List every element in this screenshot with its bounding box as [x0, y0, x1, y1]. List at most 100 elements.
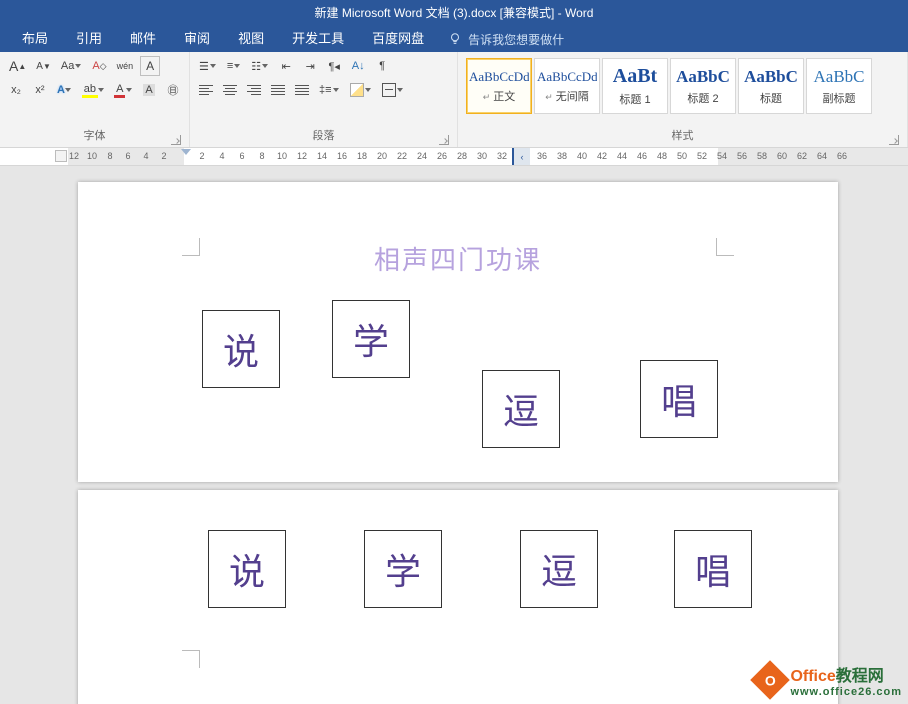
ruler-tick: 60 [777, 151, 787, 161]
watermark-brand: Office [790, 668, 835, 685]
enclose-button[interactable]: ㊐ [163, 80, 183, 100]
ruler-tick: 40 [577, 151, 587, 161]
text-effects-button[interactable]: A [54, 80, 75, 100]
ruler-tick: 52 [697, 151, 707, 161]
page-1[interactable]: 相声四门功课 说学逗 唱 [78, 182, 838, 482]
phonetic-button[interactable]: wén [114, 56, 137, 76]
group-paragraph-label: 段落 [196, 129, 451, 147]
font-color-button[interactable]: A [111, 80, 135, 100]
ruler-tick: 26 [437, 151, 447, 161]
ruler-tick: 50 [677, 151, 687, 161]
ruler-tick: 10 [277, 151, 287, 161]
tab-mailings[interactable]: 邮件 [116, 26, 170, 52]
tab-baidu[interactable]: 百度网盘 [358, 26, 438, 52]
document-area[interactable]: 相声四门功课 说学逗唱 说学逗唱 [0, 166, 908, 704]
paragraph-dialog-launcher[interactable] [439, 135, 449, 145]
ruler-tick: 44 [617, 151, 627, 161]
ruler-tick: 56 [737, 151, 747, 161]
page-2[interactable]: 说学逗唱 [78, 490, 838, 704]
style-normal[interactable]: AaBbCcDd↵ 正文 [466, 58, 532, 114]
align-distribute-button[interactable] [292, 80, 312, 100]
sort-button[interactable]: A↓ [348, 56, 368, 76]
ribbon-tabs: 布局 引用 邮件 审阅 视图 开发工具 百度网盘 告诉我您想要做什 [0, 26, 908, 52]
ruler-tick: 8 [107, 151, 112, 161]
ruler-tick: 14 [317, 151, 327, 161]
borders-button[interactable] [379, 80, 407, 100]
clear-format-button[interactable]: A◇ [89, 56, 109, 76]
ruler-margin-marker[interactable]: ‹ [512, 148, 530, 165]
increase-indent-button[interactable]: ⇥ [300, 56, 320, 76]
grow-font-button[interactable]: A▲ [6, 56, 29, 76]
shrink-font-button[interactable]: A▼ [33, 56, 54, 76]
style-heading1[interactable]: AaBt标题 1 [602, 58, 668, 114]
char-shading-button[interactable]: A [139, 80, 159, 100]
bullets-button[interactable]: ☰ [196, 56, 220, 76]
document-title-text[interactable]: 相声四门功课 [78, 240, 838, 277]
superscript-button[interactable]: x² [30, 80, 50, 100]
show-marks-button[interactable]: ¶ [372, 56, 392, 76]
shading-icon [350, 83, 364, 97]
ltr-button[interactable]: ¶◂ [324, 56, 344, 76]
multilevel-button[interactable]: ☷ [248, 56, 272, 76]
tab-review[interactable]: 审阅 [170, 26, 224, 52]
text-box-p1-2[interactable]: 逗 [482, 370, 560, 448]
ruler-tick: 48 [657, 151, 667, 161]
lightbulb-icon [448, 32, 462, 46]
ruler-tick: 28 [457, 151, 467, 161]
group-font-label: 字体 [6, 129, 183, 147]
style-subtitle[interactable]: AaBbC副标题 [806, 58, 872, 114]
ruler-tick: 64 [817, 151, 827, 161]
watermark: O Office教程网 www.office26.com [756, 662, 902, 698]
horizontal-ruler[interactable]: 1210864224681012141618202224262830323436… [0, 148, 908, 166]
tab-view[interactable]: 视图 [224, 26, 278, 52]
style-gallery[interactable]: AaBbCcDd↵ 正文 AaBbCcDd↵ 无间隔 AaBt标题 1 AaBb… [464, 56, 901, 114]
styles-dialog-launcher[interactable] [889, 135, 899, 145]
tab-developer[interactable]: 开发工具 [278, 26, 358, 52]
ruler-tick: 24 [417, 151, 427, 161]
decrease-indent-button[interactable]: ⇤ [276, 56, 296, 76]
ruler-tick: 30 [477, 151, 487, 161]
change-case-button[interactable]: Aa [58, 56, 85, 76]
text-box-p2-1[interactable]: 学 [364, 530, 442, 608]
align-center-button[interactable] [220, 80, 240, 100]
text-box-p1-0[interactable]: 说 [202, 310, 280, 388]
line-spacing-button[interactable]: ‡≡ [316, 80, 343, 100]
text-box-p2-2[interactable]: 逗 [520, 530, 598, 608]
subscript-button[interactable]: x₂ [6, 80, 26, 100]
align-left-button[interactable] [196, 80, 216, 100]
first-line-indent-marker[interactable] [181, 148, 191, 166]
group-font: A▲ A▼ Aa A◇ wén A x₂ x² A ab A A ㊐ 字体 [0, 52, 190, 147]
ruler-tick: 66 [837, 151, 847, 161]
text-box-p1-3[interactable]: 唱 [640, 360, 718, 438]
tab-layout[interactable]: 布局 [8, 26, 62, 52]
text-box-p2-3[interactable]: 唱 [674, 530, 752, 608]
text-box-p1-1[interactable]: 学 [332, 300, 410, 378]
watermark-brand2: 教程网 [836, 668, 884, 685]
ruler-tick: 12 [297, 151, 307, 161]
font-dialog-launcher[interactable] [171, 135, 181, 145]
ruler-tick: 4 [219, 151, 224, 161]
ruler-tick: 58 [757, 151, 767, 161]
ruler-tick: 54 [717, 151, 727, 161]
text-box-p2-0[interactable]: 说 [208, 530, 286, 608]
tell-me[interactable]: 告诉我您想要做什 [448, 31, 564, 48]
shading-button[interactable] [347, 80, 375, 100]
tab-references[interactable]: 引用 [62, 26, 116, 52]
align-right-button[interactable] [244, 80, 264, 100]
align-justify-button[interactable] [268, 80, 288, 100]
group-styles-label: 样式 [464, 129, 901, 147]
ruler-tick: 16 [337, 151, 347, 161]
group-paragraph: ☰ ≡ ☷ ⇤ ⇥ ¶◂ A↓ ¶ ‡≡ 段落 [190, 52, 458, 147]
numbering-button[interactable]: ≡ [224, 56, 244, 76]
ruler-tick: 6 [239, 151, 244, 161]
style-title[interactable]: AaBbC标题 [738, 58, 804, 114]
ruler-tick: 8 [259, 151, 264, 161]
highlight-button[interactable]: ab [79, 80, 107, 100]
style-heading2[interactable]: AaBbC标题 2 [670, 58, 736, 114]
tab-selector[interactable] [55, 150, 67, 162]
title-bar: 新建 Microsoft Word 文档 (3).docx [兼容模式] - W… [0, 0, 908, 26]
ruler-tick: 12 [69, 151, 79, 161]
char-border-button[interactable]: A [140, 56, 160, 76]
style-nospacing[interactable]: AaBbCcDd↵ 无间隔 [534, 58, 600, 114]
ruler-tick: 22 [397, 151, 407, 161]
